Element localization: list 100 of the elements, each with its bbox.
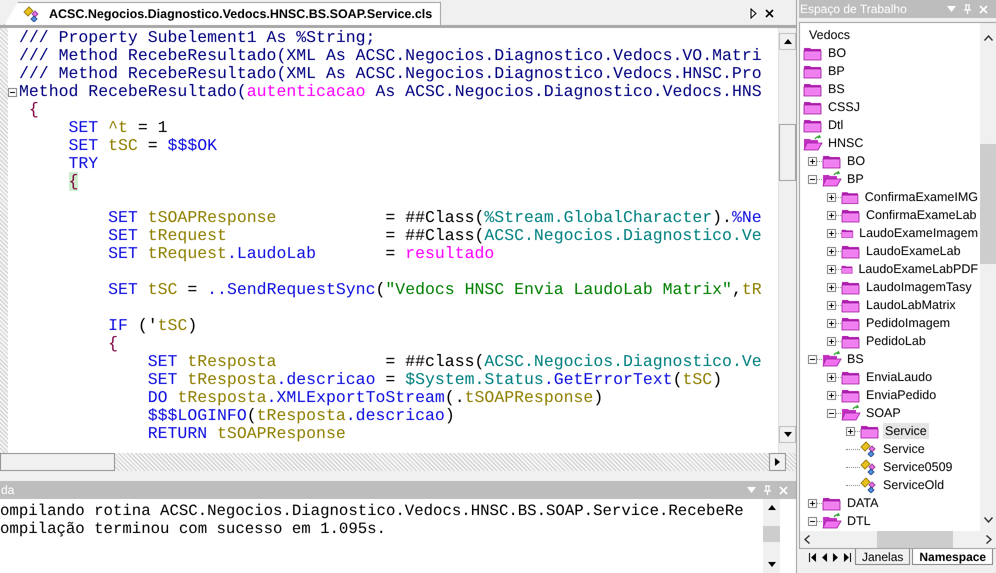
output-line: ompilação terminou com sucesso em 1.095s. [0,520,387,538]
expand-icon[interactable] [827,390,836,400]
code-line: SET tRequest = ##Class(ACSC.Negocios.Diagnostico.Ve [107,227,762,245]
expand-icon[interactable] [827,210,836,220]
tab-list-icon[interactable] [750,8,757,19]
vertical-scrollbar[interactable] [778,28,796,453]
code-line: SET tResposta.descricao = $System.Status.GetErrorText(tSC) [146,371,722,389]
scroll-down-icon[interactable] [984,517,992,523]
code-line: SET tSOAPResponse = ##Class(%Stream.GlobalCharacter).%Ne [107,209,762,227]
expand-icon[interactable] [827,192,836,202]
tree-item[interactable]: BO [845,153,868,169]
scroll-up-icon[interactable] [768,505,776,510]
expand-icon[interactable] [846,426,855,436]
output-line: ompilando rotina ACSC.Negocios.Diagnostico.Vedocs.HNSC.BS.SOAP.Service.RecebeRe [0,502,745,520]
code-line: SET ^t = 1 [68,119,168,137]
tree-item[interactable]: ConfirmaExameLab [864,207,978,223]
code-comment: /// Property Subelement1 As %String; [19,29,376,47]
collapse-icon[interactable] [808,354,817,364]
expand-icon[interactable] [808,498,817,508]
tree-item[interactable]: BO [826,45,848,61]
tree-item[interactable]: SOAP [864,405,903,421]
scroll-right-icon[interactable] [986,535,992,544]
code-line: SET tSC = $$$OK [68,137,218,155]
class-icon [860,459,878,475]
tree-item[interactable]: CSSJ [826,99,862,115]
tree-item[interactable]: ConfirmaExameIMG [862,189,980,205]
tree-item[interactable]: Service0509 [881,459,954,475]
folder-icon [841,315,861,331]
tree-item[interactable]: BP [826,63,847,79]
open-folder-icon [822,171,842,187]
expand-icon[interactable] [827,228,836,238]
tree-item[interactable]: DATA [845,495,880,511]
tree-item[interactable]: PedidoLab [864,333,928,349]
code-line: { [28,101,39,119]
tree-item[interactable]: BS [826,81,847,97]
tree-item[interactable]: PedidoImagem [864,315,952,331]
open-folder-icon [822,351,842,367]
scroll-down-icon[interactable] [768,562,776,567]
expand-icon[interactable] [827,282,836,292]
code-line: IF ('tSC) [107,317,198,335]
tree-item[interactable]: LaudoExameLabPDF [856,261,980,277]
code-line: RETURN tSOAPResponse [146,425,346,443]
tree-item[interactable]: BP [845,171,866,187]
code-comment: /// Method RecebeResultado(XML As ACSC.Negocios.Diagnostico.Vedocs.HNSC.Pro [19,65,762,83]
expand-icon[interactable] [827,246,836,256]
horizontal-scrollbar[interactable] [800,531,996,548]
tree-item[interactable]: HNSC [826,135,866,151]
expand-icon[interactable] [808,156,817,166]
expand-icon[interactable] [827,372,836,382]
tree-item[interactable]: Dtl [826,117,846,133]
tree-item[interactable]: Vedocs [807,27,852,43]
folder-icon [841,243,861,259]
tree-item[interactable]: LaudoExameImagem [857,225,980,241]
scroll-up-icon[interactable] [984,35,992,41]
tree-item[interactable]: ServiceOld [881,477,946,493]
code-line: Method RecebeResultado(autenticacao As ACSC.Negocios.Diagnostico.Vedocs.HNS [19,83,762,101]
folder-icon [841,279,861,295]
collapse-icon[interactable] [827,408,836,418]
tree-item[interactable]: Service [881,441,927,457]
panel-tab[interactable]: Janelas [855,549,910,565]
tree-item[interactable]: EnviaPedido [864,387,938,403]
scrollbar-thumb[interactable] [779,124,796,181]
open-folder-icon [822,513,842,529]
expand-icon[interactable] [827,300,836,310]
scrollbar-thumb[interactable] [877,531,953,548]
scroll-up-icon[interactable] [784,39,792,44]
expand-icon[interactable] [827,318,836,328]
code-line: { [107,335,118,353]
tree-item[interactable]: EnviaLaudo [864,369,934,385]
scrollbar-thumb[interactable] [763,526,780,542]
first-icon [809,552,816,562]
tree-item[interactable]: LaudoExameLab [864,243,963,259]
open-folder-icon [841,405,861,421]
scrollbar-thumb[interactable] [980,144,996,264]
editor-tab[interactable]: ACSC.Negocios.Diagnostico.Vedocs.HNSC.BS.SOAP.Service.cls [4,2,442,25]
scrollbar-thumb[interactable] [0,453,115,471]
code-line: SET tResposta = ##class(ACSC.Negocios.Diagnostico.Ve [146,353,762,371]
tree-item[interactable]: Service [883,423,929,439]
class-file-icon [23,6,41,22]
class-icon [860,441,878,457]
scroll-down-icon[interactable] [784,432,792,437]
expand-icon[interactable] [827,264,836,274]
vertical-scrollbar[interactable] [763,499,780,573]
collapse-icon[interactable] [808,174,817,184]
code-line: SET tRequest.LaudoLab = resultado [107,245,494,263]
tree-item[interactable]: LaudoImagemTasy [864,279,974,295]
code-line: DO tResposta.XMLExportToStream(.tSOAPResponse) [146,389,604,407]
panel-tab[interactable]: Namespace [912,549,994,565]
folder-icon [822,495,842,511]
scroll-right-icon[interactable] [775,458,780,466]
expand-icon[interactable] [827,336,836,346]
tree-item[interactable]: BS [845,351,866,367]
scroll-left-icon[interactable] [804,535,810,544]
tree-item[interactable]: DTL [845,513,873,529]
previous-icon [822,552,827,562]
tree-item[interactable]: LaudoLabMatrix [864,297,958,313]
vertical-scrollbar[interactable] [980,23,996,531]
close-icon[interactable] [765,9,774,18]
collapse-icon[interactable] [808,516,817,526]
collapse-icon[interactable] [8,88,17,96]
